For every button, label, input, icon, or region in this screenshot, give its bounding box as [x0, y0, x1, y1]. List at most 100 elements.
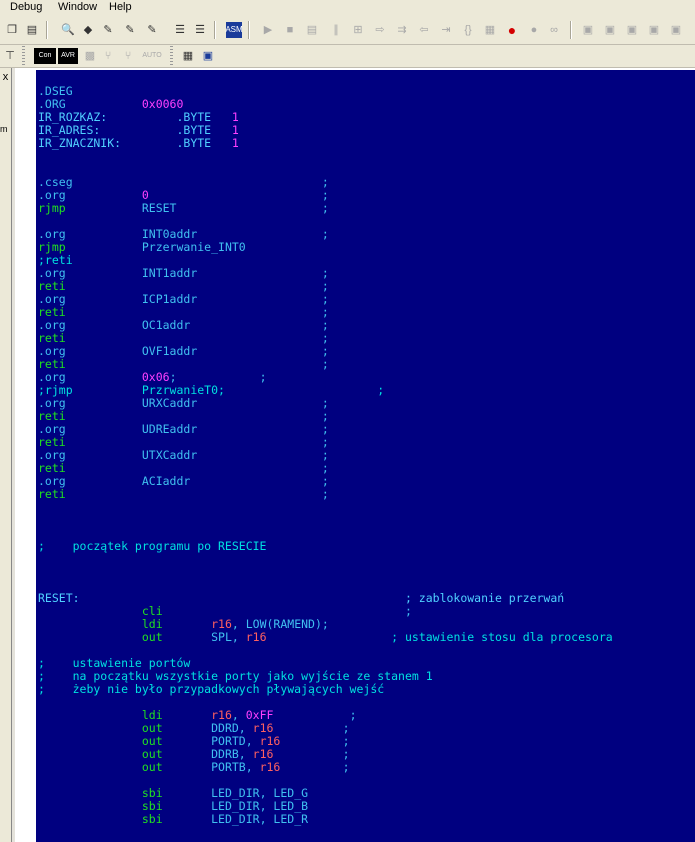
trace-icon[interactable]: ∞ [546, 22, 562, 38]
stop-debugging-icon[interactable]: ▤ [304, 22, 320, 38]
step-into-icon[interactable]: ⇨ [372, 22, 388, 38]
code-token: .org ICP1addr ; [38, 292, 329, 306]
code-token: r16 [259, 760, 281, 774]
code-line[interactable]: reti ; [38, 488, 613, 501]
toolbar-grip[interactable] [22, 46, 25, 66]
toolbar-pin-icon[interactable]: ⊤ [2, 48, 18, 64]
code-line[interactable]: IR_ZNACZNIK: .BYTE 1 [38, 137, 613, 150]
find-icon[interactable]: 🔍 [60, 22, 76, 38]
outdent-icon[interactable]: ☰ [192, 22, 208, 38]
stop-icon[interactable]: ■ [282, 22, 298, 38]
run-to-cursor-icon[interactable]: ⇥ [438, 22, 454, 38]
code-token: .org UDREaddr ; [38, 422, 329, 436]
remove-breakpoints-icon[interactable]: ● [526, 22, 542, 38]
watch-window-icon[interactable]: ▣ [580, 22, 596, 38]
io-window-icon[interactable]: ▣ [668, 22, 684, 38]
code-line[interactable]: rjmp RESET ; [38, 202, 613, 215]
code-token: r16 [245, 630, 267, 644]
toolbar-grip[interactable] [170, 46, 173, 66]
indent-icon[interactable]: ☰ [172, 22, 188, 38]
code-token: ldi [141, 708, 163, 722]
probe-icon[interactable]: ⑂ [100, 48, 116, 64]
code-token: .org INT0addr ; [38, 227, 329, 241]
left-panel-text: m [0, 124, 8, 134]
register-window-icon[interactable]: ▣ [602, 22, 618, 38]
code-token: ; żeby nie było przypadkowych pływającyc… [38, 682, 385, 696]
code-line[interactable]: ; początek programu po RESECIE [38, 540, 613, 553]
menu-help[interactable]: Help [109, 1, 132, 13]
step-out-icon[interactable]: ⇦ [416, 22, 432, 38]
run-icon[interactable]: ▶ [260, 22, 276, 38]
code-token: reti [38, 487, 66, 501]
memory-grid-icon[interactable]: ▦ [180, 48, 196, 64]
bookmark-clear-icon[interactable]: ✎ [144, 22, 160, 38]
code-line[interactable] [38, 553, 613, 566]
code-line[interactable] [38, 566, 613, 579]
code-token: reti [38, 461, 66, 475]
processor-window-icon[interactable]: ▣ [646, 22, 662, 38]
tile-windows-icon[interactable]: ▤ [24, 22, 40, 38]
program-device-icon[interactable]: ▣ [200, 48, 216, 64]
code-line[interactable]: out SPL, r16 ; ustawienie stosu dla proc… [38, 631, 613, 644]
editor-gutter[interactable] [15, 68, 36, 842]
bookmark-toggle-icon[interactable]: ◆ [80, 22, 96, 38]
assemble-icon[interactable]: ASM [225, 22, 243, 38]
disassembler-icon[interactable]: ▦ [482, 22, 498, 38]
code-token: SPL, [162, 630, 246, 644]
auto-icon[interactable]: AUTO [140, 48, 164, 64]
code-token: sbi [141, 786, 163, 800]
code-token: IR_ADRES: .BYTE [38, 123, 232, 137]
toolbar-separator [214, 21, 216, 39]
code-token: ; ustawienie stosu dla procesora [266, 630, 613, 644]
code-token: r16 [211, 617, 232, 631]
code-line[interactable]: sbi LED_DIR, LED_R [38, 813, 613, 826]
code-token: .org OVF1addr ; [38, 344, 329, 358]
code-token: r16 [211, 708, 232, 722]
code-line[interactable]: out PORTB, r16 ; [38, 761, 613, 774]
code-token: reti [38, 305, 66, 319]
code-token: reti [38, 409, 66, 423]
code-token: DDRB, [162, 747, 253, 761]
menu-window[interactable]: Window [58, 1, 97, 13]
code-line[interactable] [38, 501, 613, 514]
cascade-windows-icon[interactable]: ❐ [4, 22, 20, 38]
code-token: ;reti [38, 253, 73, 267]
menu-debug[interactable]: Debug [10, 1, 42, 13]
code-line[interactable] [38, 150, 613, 163]
code-token: .org URXCaddr ; [38, 396, 329, 410]
code-token: .org ACIaddr ; [38, 474, 329, 488]
chip-icon[interactable]: ▩ [82, 48, 98, 64]
bookmark-prev-icon[interactable]: ✎ [122, 22, 138, 38]
close-panel-icon[interactable]: x [0, 70, 11, 84]
code-token: ; [280, 734, 350, 748]
code-token: 0x06 [141, 370, 170, 384]
code-line[interactable]: ; żeby nie było przypadkowych pływającyc… [38, 683, 613, 696]
bookmark-next-icon[interactable]: ✎ [100, 22, 116, 38]
toolbar-separator [248, 21, 250, 39]
toolbar-secondary: ⊤ Con AVR ▩ ⑂ ⑂ AUTO ▦ ▣ [0, 45, 695, 68]
code-token: .org [38, 188, 142, 202]
code-token: IR_ZNACZNIK: .BYTE [38, 136, 232, 150]
code-token: 0 [141, 188, 149, 202]
menu-bar: Debug Window Help [0, 0, 695, 14]
code-token: ; [162, 604, 412, 618]
breakpoint-icon[interactable]: ● [504, 22, 520, 38]
step-over-icon[interactable]: ⇉ [394, 22, 410, 38]
con-icon[interactable]: Con [34, 48, 56, 64]
memory-window-icon[interactable]: ▣ [624, 22, 640, 38]
code-view-icon[interactable]: {} [460, 22, 476, 38]
code-token: ; [273, 747, 350, 761]
code-token: .org UTXCaddr ; [38, 448, 329, 462]
code-line[interactable] [38, 514, 613, 527]
break-icon[interactable]: ∥ [328, 22, 344, 38]
code-line[interactable]: rjmp Przerwanie_INT0 [38, 241, 613, 254]
avr-icon[interactable]: AVR [58, 48, 78, 64]
code-text[interactable]: .DSEG .ORG 0x0060 IR_ROZKAZ: .BYTE 1 IR_ADR… [38, 85, 613, 826]
reset-icon[interactable]: ⊞ [350, 22, 366, 38]
code-token: LED_DIR, LED_R [162, 812, 309, 826]
probe-alt-icon[interactable]: ⑂ [120, 48, 136, 64]
code-token: sbi [141, 799, 163, 813]
